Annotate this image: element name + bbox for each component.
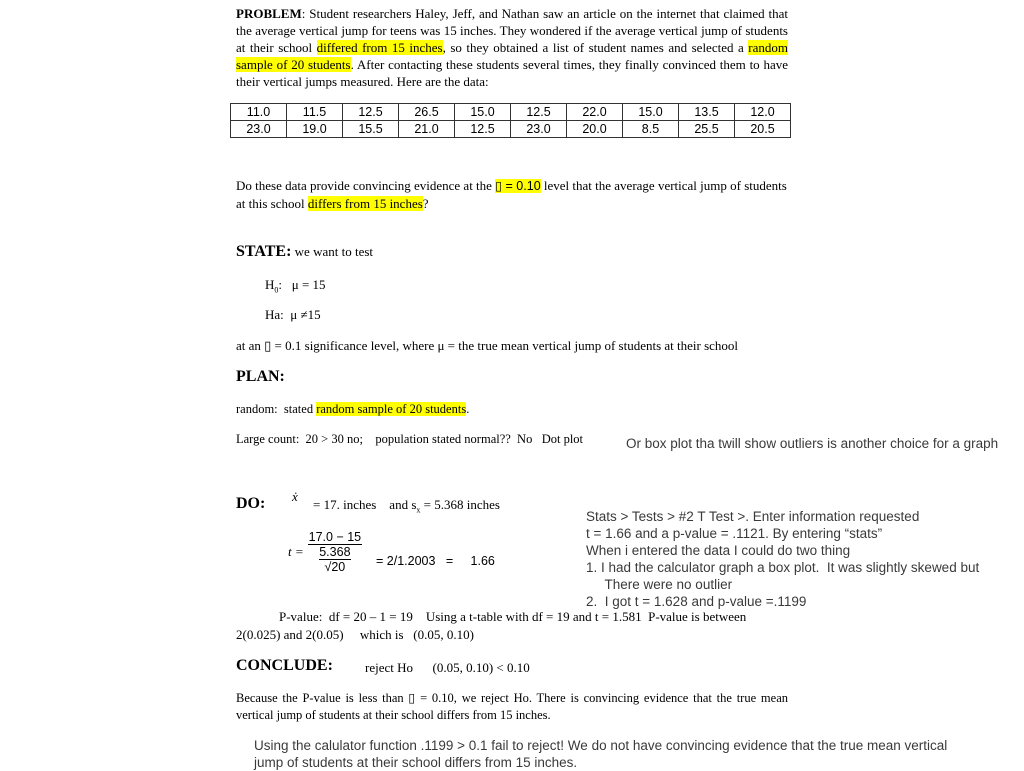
table-cell: 8.5 [622,120,679,138]
sd-text: = 5.368 inches [420,497,500,512]
plan-heading: PLAN: [236,368,285,385]
note-line: 1. I had the calculator graph a box plot… [586,560,980,575]
table-cell: 13.5 [678,103,735,121]
table-cell: 15.0 [622,103,679,121]
table-cell: 15.5 [342,120,399,138]
state-section: STATE: we want to test [236,243,373,261]
table-cell: 20.5 [734,120,791,138]
conclusion-paragraph: Because the P-value is less than ▯ = 0.1… [236,691,788,722]
t-fraction: 17.0 − 15 5.368 √20 [307,530,363,574]
decision: reject Ho (0.05, 0.10) < 0.10 [365,660,530,675]
calculator-notes: Stats > Tests > #2 T Test >. Enter infor… [586,508,979,610]
table-cell: 25.5 [678,120,735,138]
pvalue-line-1: P-value: df = 20 – 1 = 19 Using a t-tabl… [279,609,747,624]
highlight-random-sample-plan: random sample of 20 students [316,402,467,416]
note-line: t = 1.66 and a p-value = .1121. By enter… [586,526,883,541]
t-denominator: 5.368 √20 [308,545,362,574]
t-result: = 2/1.2003 = 1.66 [376,554,495,568]
highlight-differed: differed from 15 inches [316,40,443,55]
do-heading: DO: [236,495,266,512]
table-cell: 11.0 [230,103,287,121]
table-cell: 12.5 [454,120,511,138]
problem-label: PROBLEM [236,6,302,21]
question: Do these data provide convincing evidenc… [236,177,788,212]
table-row: 23.0 19.0 15.5 21.0 12.5 23.0 20.0 8.5 25.5 20.5 [230,120,791,138]
table-cell: 12.0 [734,103,791,121]
significance-statement: at an ▯ = 0.1 significance level, where … [236,338,739,353]
table-cell: 12.5 [510,103,567,121]
conclusion-note: Using the calulator function .1199 > 0.1… [254,738,948,770]
state-heading: STATE: [236,243,292,260]
random-condition: random: stated random sample of 20 stude… [236,401,469,417]
table-cell: 12.5 [342,103,399,121]
xbar-symbol: ẋ [292,489,298,504]
table-cell: 22.0 [566,103,623,121]
question-text: Do these data provide convincing evidenc… [236,178,496,193]
sqrt-n: √20 [324,560,346,574]
note-line: There were no outlier [586,577,733,592]
mean-text: = 17. inches and s [313,497,417,512]
h0-text: : μ = 15 [278,277,326,292]
random-label: random: stated [236,402,317,416]
large-count-condition: Large count: 20 > 30 no; population stat… [236,432,584,446]
highlight-alpha: ▯ = 0.10 [495,179,541,193]
plan-note: Or box plot tha twill show outliers is a… [626,436,999,451]
t-formula: t = 17.0 − 15 5.368 √20 [288,530,363,574]
table-cell: 26.5 [398,103,455,121]
question-text: ? [422,196,429,211]
table-cell: 23.0 [510,120,567,138]
random-end: . [466,402,470,416]
h0-label: H [265,277,275,292]
table-row: 11.0 11.5 12.5 26.5 15.0 12.5 22.0 15.0 13.5 12.0 [230,103,791,121]
highlight-differs: differs from 15 inches [307,196,423,211]
table-cell: 19.0 [286,120,343,138]
table-cell: 21.0 [398,120,455,138]
sd-value: 5.368 [319,545,351,560]
conclude-heading: CONCLUDE: [236,657,333,674]
data-table: 11.0 11.5 12.5 26.5 15.0 12.5 22.0 15.0 13.5 12.0… [230,103,791,138]
t-label: t = [288,544,304,559]
t-numerator: 17.0 − 15 [307,530,363,545]
pvalue-line-2: 2(0.025) and 2(0.05) which is (0.05, 0.1… [236,627,474,642]
state-intro: we want to test [291,244,374,259]
table-cell: 11.5 [286,103,343,121]
problem-statement: PROBLEM: Student researchers Haley, Jeff… [236,5,788,90]
note-line: Stats > Tests > #2 T Test >. Enter infor… [586,509,920,524]
null-hypothesis: H0: μ = 15 [265,276,326,299]
sample-statistics: = 17. inches and sx = 5.368 inches [313,496,500,519]
table-cell: 23.0 [230,120,287,138]
note-line: When i entered the data I could do two t… [586,543,851,558]
alternative-hypothesis: Ha: μ ≠15 [265,307,321,322]
problem-text: , so they obtained a list of student nam… [442,40,749,55]
table-cell: 15.0 [454,103,511,121]
table-cell: 20.0 [566,120,623,138]
